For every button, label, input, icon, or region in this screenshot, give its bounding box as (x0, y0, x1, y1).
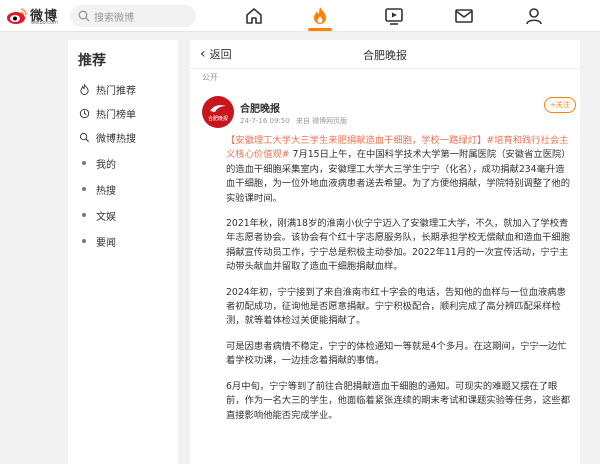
avatar-text: 合肥晚报 (207, 116, 228, 122)
post-source-prefix: 来自 (295, 117, 310, 125)
video-play-icon (385, 8, 403, 25)
nav-active-indicator (308, 28, 332, 31)
sidebar-item-hot-list[interactable]: 热门榜单 (78, 104, 174, 122)
bullet-dot-icon (78, 235, 90, 247)
post-paragraph: 6月中旬，宁宁等到了前往合肥捐献造血干细胞的通知。可现实的难题又摆在了眼前，作为… (226, 380, 570, 421)
sidebar-item-label: 热搜 (96, 185, 116, 197)
sidebar-item-mine[interactable]: 我的 (78, 154, 174, 172)
nav-profile[interactable] (523, 5, 545, 27)
post-author[interactable]: 合肥晚报 (240, 100, 280, 115)
bullet-dot-icon (78, 209, 90, 221)
brand-domain: weibo.com (31, 20, 58, 26)
sidebar-item-hot-search[interactable]: 微博热搜 (78, 128, 174, 146)
post-content: 【安徽理工大学大三学生来肥捐献造血干细胞，学校一路绿灯】#培育和践行社会主义核心… (226, 134, 572, 434)
post-paragraph: 2024年初，宁宁接到了来自淮南市红十字会的电话，告知他的血样与一位血液病患者初… (226, 286, 566, 327)
sidebar-item-label: 微博热搜 (96, 133, 136, 145)
weibo-logo[interactable]: 微博 weibo.com (6, 4, 62, 28)
sidebar-title: 推荐 (78, 53, 106, 69)
post-paragraph: 可是因患者病情不稳定，宁宁的体检通知一等就是4个多月。在这期间，宁宁一边忙着学校… (226, 340, 567, 367)
sidebar-item-news[interactable]: 要闻 (78, 232, 174, 250)
page-title: 合肥晚报 (363, 49, 407, 62)
follow-button[interactable]: +关注 (544, 97, 576, 113)
bullet-dot-icon (78, 183, 90, 195)
sidebar-item-label: 热门推荐 (96, 85, 136, 97)
sidebar-item-hot[interactable]: 热搜 (78, 180, 174, 198)
nav-video[interactable] (383, 5, 405, 27)
post-meta: 24-7-16 09:50 来自 微博网页版 (240, 116, 347, 126)
top-bar: 微博 weibo.com 搜索微博 (0, 0, 600, 32)
nav-messages[interactable] (453, 5, 475, 27)
hot-flame-icon (314, 7, 326, 24)
home-icon (246, 8, 262, 24)
main-panel: ‹ 返回 合肥晚报 公开 合肥晚报 合肥晚报 24-7-16 09:50 来自 … (190, 40, 580, 464)
hot-recommend-icon (78, 83, 90, 95)
hot-search-icon (78, 131, 90, 143)
sidebar-item-label: 我的 (96, 159, 116, 171)
weibo-eye-icon (7, 8, 27, 24)
visibility-label: 公开 (202, 73, 218, 82)
post-paragraph: 2021年秋，刚满18岁的淮南小伙宁宁迈入了安徽理工大学，不久，就加入了学校青年… (226, 218, 570, 273)
search-icon (78, 10, 90, 22)
search-placeholder: 搜索微博 (94, 13, 134, 24)
sidebar-item-label: 要闻 (96, 237, 116, 249)
sidebar-item-entertainment[interactable]: 文娱 (78, 206, 174, 224)
sidebar-item-hot-recommend[interactable]: 热门推荐 (78, 80, 174, 98)
nav-hot[interactable] (309, 5, 331, 27)
nav-home[interactable] (243, 5, 265, 27)
mail-icon (455, 9, 473, 23)
post-time[interactable]: 24-7-16 09:50 (240, 117, 290, 125)
hot-list-icon (78, 107, 90, 119)
user-icon (526, 8, 542, 25)
bullet-dot-icon (78, 157, 90, 169)
post-source[interactable]: 微博网页版 (312, 117, 347, 125)
avatar[interactable]: 合肥晚报 (202, 96, 234, 128)
sidebar-item-label: 文娱 (96, 211, 116, 223)
avatar-logo-icon (210, 105, 226, 112)
search-box[interactable]: 搜索微博 (70, 5, 196, 27)
sidebar: 推荐 热门推荐 热门榜单 微博热搜 我的 热搜 文娱 要闻 (68, 40, 178, 464)
sidebar-item-label: 热门榜单 (96, 109, 136, 121)
post-paragraph: 【安徽理工大学大三学生来肥捐献造血干细胞，学校一路绿灯】#培育和践行社会主义核心… (226, 134, 572, 206)
detail-header: ‹ 返回 合肥晚报 (190, 40, 580, 69)
